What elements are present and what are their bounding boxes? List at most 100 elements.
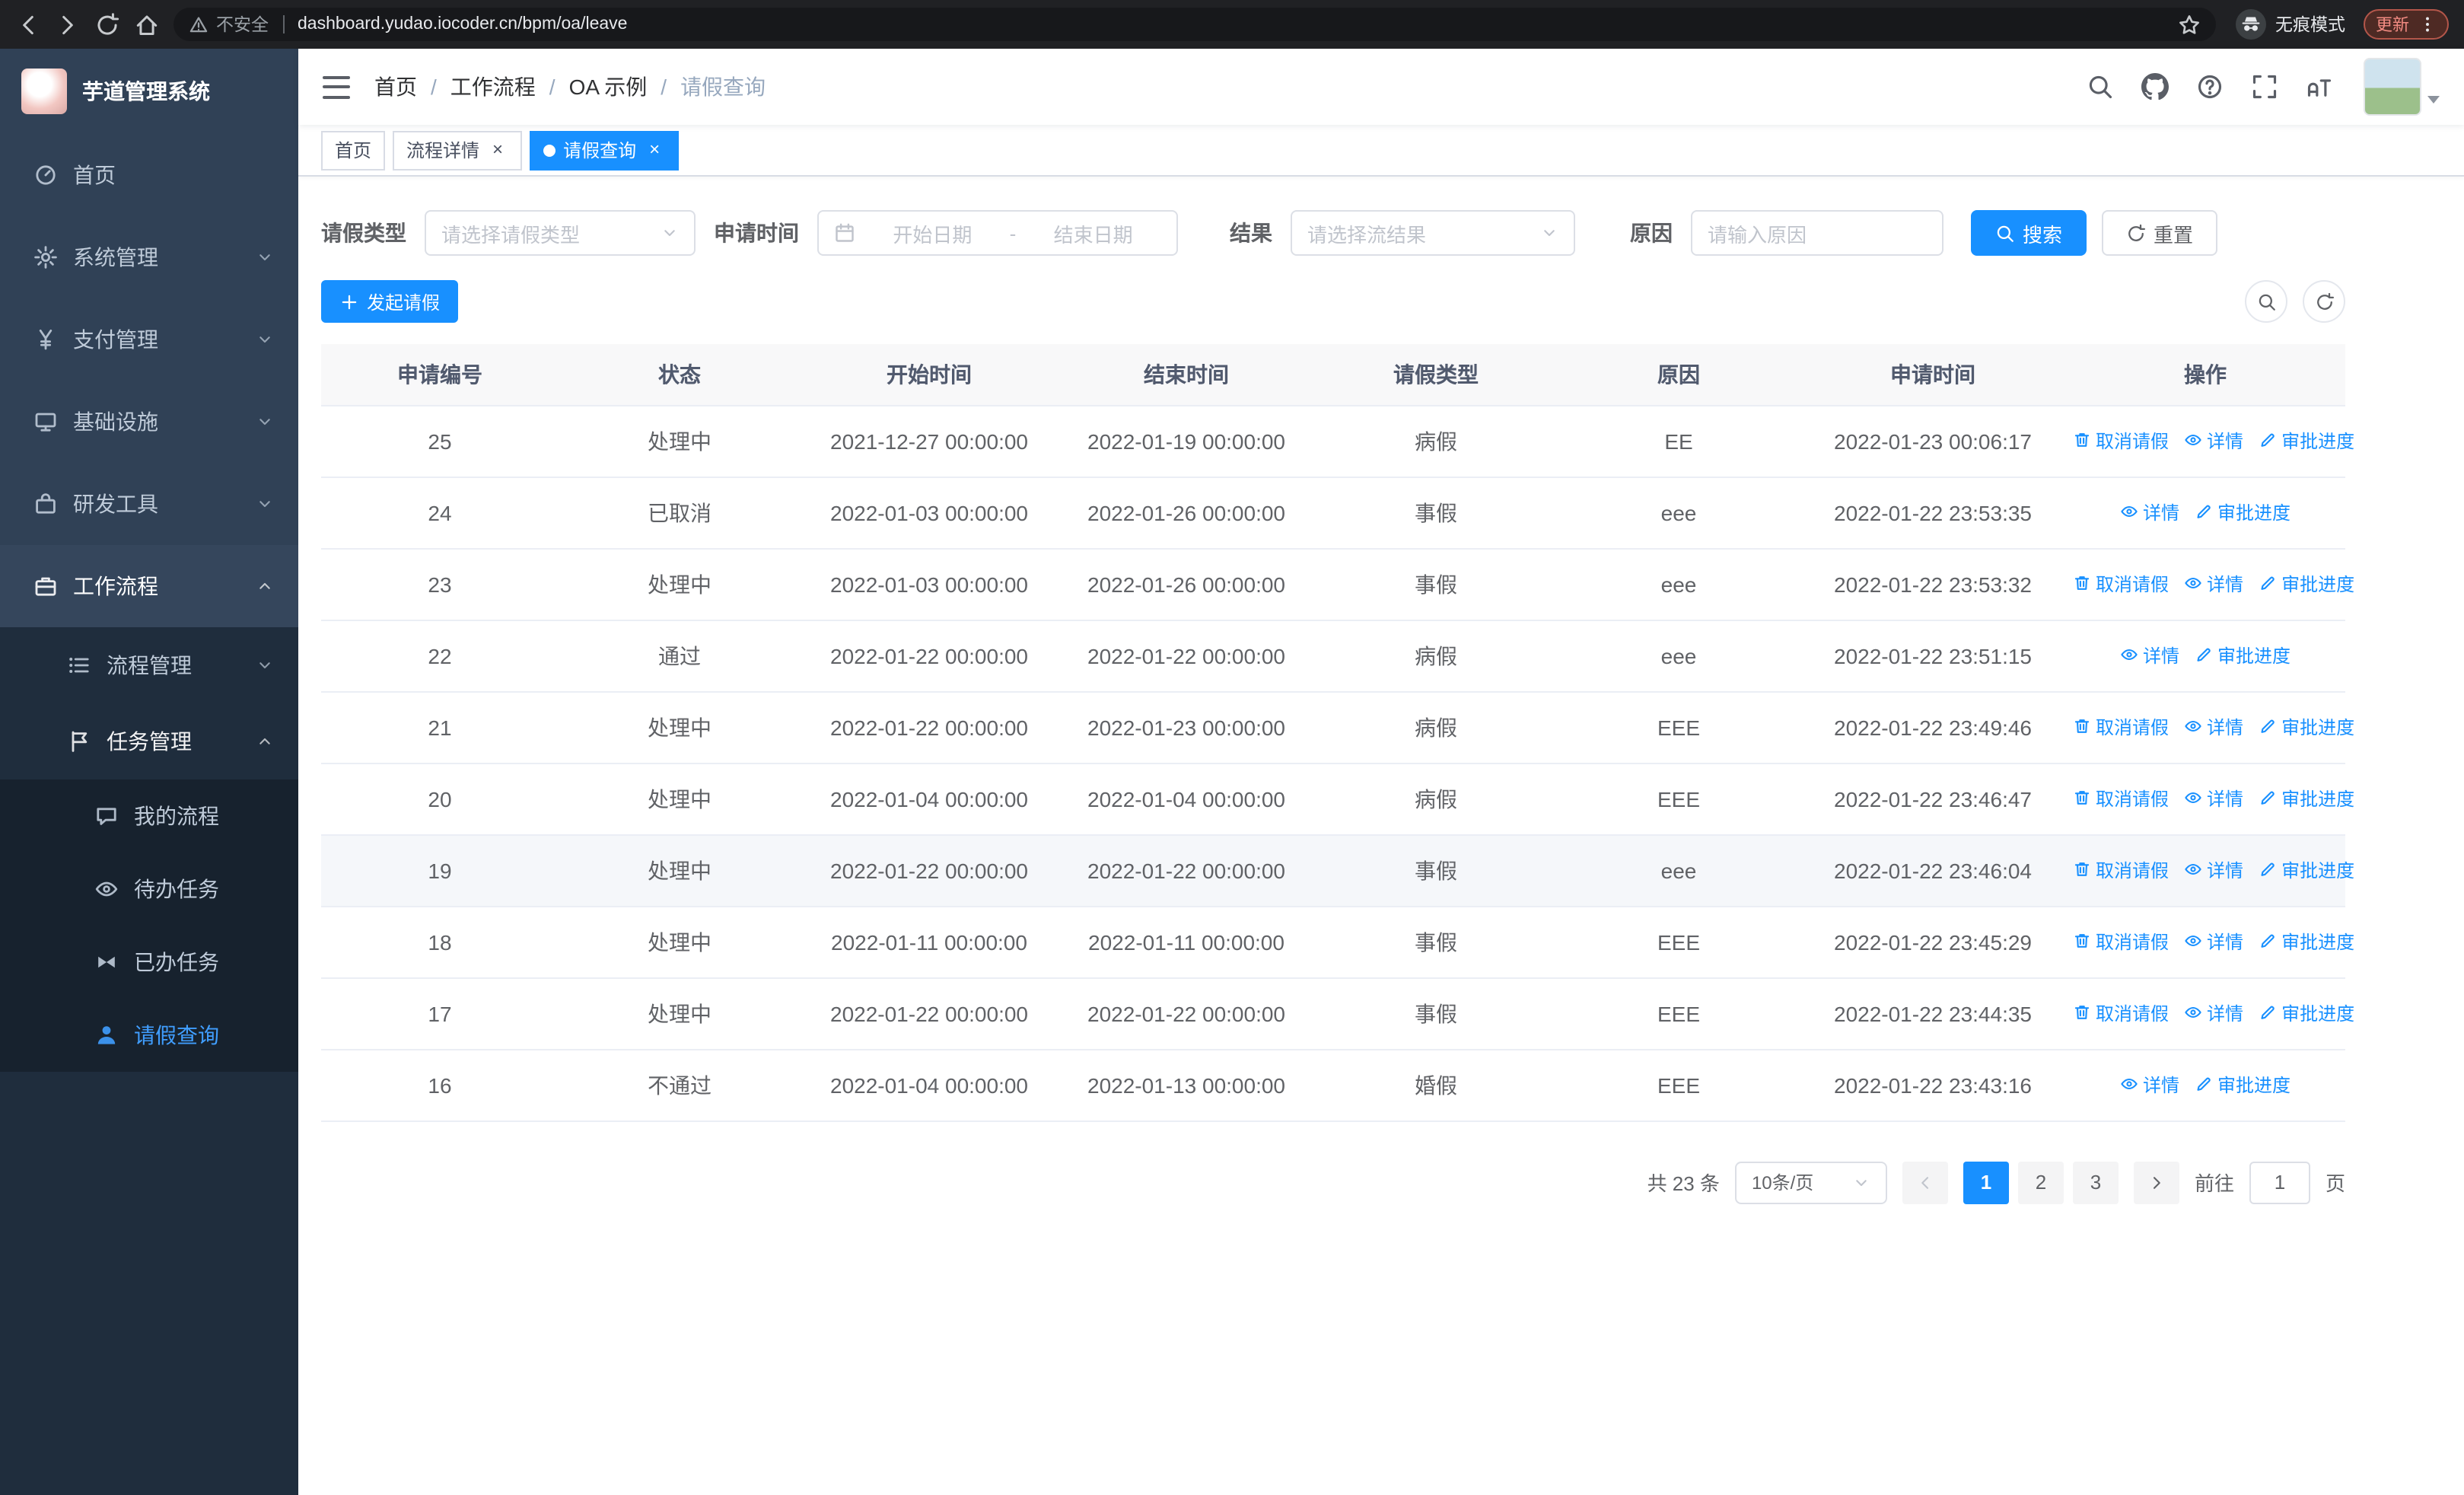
cancel-link[interactable]: 取消请假 [2073, 857, 2169, 883]
tab-leave-query[interactable]: 请假查询 × [530, 130, 680, 170]
github-icon[interactable] [2141, 73, 2169, 100]
toggle-search-button[interactable] [2245, 280, 2287, 323]
cancel-link[interactable]: 取消请假 [2073, 714, 2169, 740]
close-icon[interactable]: × [644, 139, 665, 161]
progress-link[interactable]: 审批进度 [2259, 786, 2354, 811]
table-row: 18 处理中 2022-01-11 00:00:00 2022-01-11 00:00… [321, 906, 2354, 978]
progress-link[interactable]: 审批进度 [2195, 1072, 2291, 1098]
bookmark-star-icon[interactable] [2178, 13, 2201, 36]
delete-icon [2073, 789, 2091, 808]
search-button[interactable]: 搜索 [1971, 210, 2087, 256]
sidebar-item-workflow[interactable]: 工作流程 [0, 545, 298, 627]
cell-status: 不通过 [559, 1049, 801, 1121]
goto-page-input[interactable]: 1 [2249, 1161, 2310, 1203]
reset-button-label: 重置 [2154, 223, 2194, 246]
apply-time-range-input[interactable]: 开始日期 - 结束日期 [817, 210, 1178, 256]
detail-link[interactable]: 详情 [2184, 1000, 2243, 1026]
reason-input[interactable]: 请输入原因 [1691, 210, 1944, 256]
address-bar[interactable]: 不安全 dashboard.yudao.iocoder.cn/bpm/oa/le… [173, 8, 2216, 41]
next-page-button[interactable] [2133, 1161, 2179, 1203]
sidebar-item-leave-query[interactable]: 请假查询 [0, 999, 298, 1072]
detail-link[interactable]: 详情 [2120, 1072, 2179, 1098]
detail-link[interactable]: 详情 [2184, 714, 2243, 740]
security-warning[interactable]: 不安全 [189, 12, 269, 37]
cell-actions: 详情 审批进度 [2065, 620, 2345, 692]
sidebar-item-todo-tasks[interactable]: 待办任务 [0, 853, 298, 926]
sidebar-item-home[interactable]: 首页 [0, 134, 298, 216]
progress-link[interactable]: 审批进度 [2259, 571, 2354, 597]
reason-label: 原因 [1630, 221, 1673, 245]
reset-button[interactable]: 重置 [2102, 210, 2218, 256]
tab-home[interactable]: 首页 [321, 130, 386, 170]
progress-link[interactable]: 审批进度 [2259, 714, 2354, 740]
help-icon[interactable] [2196, 73, 2224, 100]
breadcrumb-item[interactable]: 首页 [374, 72, 417, 102]
sidebar-item-label: 我的流程 [134, 804, 219, 828]
sidebar-logo[interactable]: 芋道管理系统 [0, 49, 298, 134]
browser-menu-icon[interactable] [2418, 15, 2437, 33]
cell-actions: 取消请假 详情 审批进度 [2065, 691, 2354, 763]
progress-link[interactable]: 审批进度 [2195, 499, 2291, 525]
detail-link[interactable]: 详情 [2184, 857, 2243, 883]
page-button-3[interactable]: 3 [2072, 1161, 2119, 1203]
browser-update-button[interactable]: 更新 [2364, 9, 2449, 40]
cancel-link[interactable]: 取消请假 [2073, 929, 2169, 955]
sidebar-item-system[interactable]: 系统管理 [0, 216, 298, 298]
detail-link[interactable]: 详情 [2184, 929, 2243, 955]
refresh-table-button[interactable] [2303, 280, 2345, 323]
detail-link[interactable]: 详情 [2120, 642, 2179, 668]
sidebar-item-label: 任务管理 [107, 729, 192, 754]
cancel-link[interactable]: 取消请假 [2073, 786, 2169, 811]
user-avatar[interactable] [2364, 58, 2440, 116]
tab-process-detail[interactable]: 流程详情 × [393, 130, 523, 170]
cell-type: 事假 [1315, 477, 1557, 549]
progress-link[interactable]: 审批进度 [2195, 642, 2291, 668]
cell-reason: EEE [1557, 977, 1800, 1050]
sidebar-item-done-tasks[interactable]: 已办任务 [0, 926, 298, 999]
tab-label: 首页 [335, 140, 372, 161]
detail-link[interactable]: 详情 [2184, 571, 2243, 597]
result-select[interactable]: 请选择流结果 [1291, 210, 1575, 256]
cell-id: 24 [321, 477, 559, 549]
detail-link[interactable]: 详情 [2120, 499, 2179, 525]
prev-page-button[interactable] [1902, 1161, 1948, 1203]
page-button-2[interactable]: 2 [2017, 1161, 2064, 1203]
edit-icon [2259, 932, 2277, 951]
cell-start: 2022-01-22 00:00:00 [801, 977, 1058, 1050]
sidebar-item-task-mgmt[interactable]: 任务管理 [0, 703, 298, 779]
sidebar-toggle-icon[interactable] [323, 75, 350, 98]
progress-link[interactable]: 审批进度 [2259, 1000, 2354, 1026]
browser-home-icon[interactable] [134, 11, 160, 37]
create-leave-button[interactable]: 发起请假 [321, 280, 459, 323]
fullscreen-icon[interactable] [2251, 73, 2278, 100]
font-size-icon[interactable] [2306, 73, 2333, 100]
avatar-image [2364, 58, 2421, 116]
cancel-link[interactable]: 取消请假 [2073, 571, 2169, 597]
column-header: 申请时间 [1800, 344, 2065, 406]
leave-type-select[interactable]: 请选择请假类型 [425, 210, 696, 256]
progress-link[interactable]: 审批进度 [2259, 857, 2354, 883]
view-icon [2184, 789, 2202, 808]
breadcrumb-item[interactable]: 工作流程 [450, 72, 536, 102]
cancel-link[interactable]: 取消请假 [2073, 428, 2169, 454]
sidebar-item-my-process[interactable]: 我的流程 [0, 779, 298, 853]
browser-forward-icon[interactable] [55, 11, 81, 37]
header-search-icon[interactable] [2087, 73, 2114, 100]
browser-reload-icon[interactable] [94, 11, 120, 37]
sidebar-item-process-mgmt[interactable]: 流程管理 [0, 627, 298, 703]
page-size-value: 10条/页 [1751, 1172, 1814, 1194]
sidebar-item-payment[interactable]: 支付管理 [0, 298, 298, 381]
browser-back-icon[interactable] [15, 11, 41, 37]
breadcrumb-item[interactable]: OA 示例 [569, 72, 648, 102]
cell-type: 事假 [1315, 977, 1557, 1050]
progress-link[interactable]: 审批进度 [2259, 428, 2354, 454]
cancel-link[interactable]: 取消请假 [2073, 1000, 2169, 1026]
close-icon[interactable]: × [487, 139, 508, 161]
page-size-select[interactable]: 10条/页 [1734, 1161, 1887, 1203]
detail-link[interactable]: 详情 [2184, 428, 2243, 454]
progress-link[interactable]: 审批进度 [2259, 929, 2354, 955]
sidebar-item-devtools[interactable]: 研发工具 [0, 463, 298, 545]
detail-link[interactable]: 详情 [2184, 786, 2243, 811]
sidebar-item-infra[interactable]: 基础设施 [0, 381, 298, 463]
page-button-1[interactable]: 1 [1963, 1161, 2009, 1203]
